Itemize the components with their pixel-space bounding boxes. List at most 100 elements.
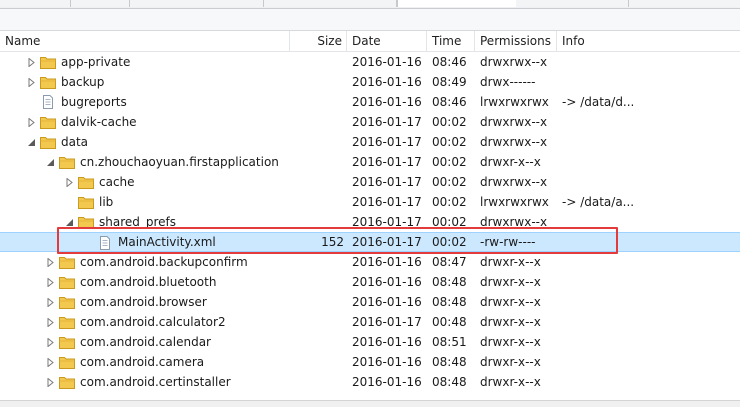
tab[interactable] bbox=[629, 0, 740, 7]
file-date: 2016-01-16 bbox=[352, 95, 422, 109]
chevron-down-icon[interactable] bbox=[44, 152, 56, 172]
table-row[interactable]: com.android.bluetooth 2016-01-16 08:48 drwx… bbox=[0, 272, 740, 292]
file-time: 00:02 bbox=[432, 135, 467, 149]
file-name: com.android.backupconfirm bbox=[80, 255, 248, 269]
file-date: 2016-01-16 bbox=[352, 275, 422, 289]
file-date: 2016-01-17 bbox=[352, 135, 422, 149]
folder-icon bbox=[40, 55, 56, 69]
file-name: data bbox=[61, 135, 89, 149]
table-row[interactable]: com.android.calculator2 2016-01-17 00:48 dr… bbox=[0, 312, 740, 332]
file-date: 2016-01-16 bbox=[352, 335, 422, 349]
folder-icon bbox=[78, 175, 94, 189]
table-row[interactable]: data 2016-01-17 00:02 drwxrwx--x bbox=[0, 132, 740, 152]
table-row[interactable]: cache 2016-01-17 00:02 drwxrwx--x bbox=[0, 172, 740, 192]
table-row[interactable]: backup 2016-01-16 08:49 drwx------ bbox=[0, 72, 740, 92]
toolbar-area bbox=[0, 9, 740, 31]
chevron-right-icon[interactable] bbox=[44, 312, 56, 332]
chevron-right-icon[interactable] bbox=[44, 352, 56, 372]
file-name: com.android.browser bbox=[80, 295, 207, 309]
file-date: 2016-01-16 bbox=[352, 55, 422, 69]
table-row[interactable]: com.android.browser 2016-01-16 08:48 drwxr-… bbox=[0, 292, 740, 312]
column-header: Name Size Date Time Permissions Info bbox=[0, 31, 740, 52]
folder-icon bbox=[40, 135, 56, 149]
tab[interactable] bbox=[0, 0, 71, 7]
file-time: 00:02 bbox=[432, 235, 467, 249]
column-header-name[interactable]: Name bbox=[0, 31, 290, 51]
file-date: 2016-01-17 bbox=[352, 235, 422, 249]
file-permissions: drwxr-x--x bbox=[480, 315, 541, 329]
file-icon bbox=[40, 95, 56, 109]
folder-icon bbox=[78, 215, 94, 229]
file-time: 00:02 bbox=[432, 115, 467, 129]
file-permissions: drwxr-x--x bbox=[480, 375, 541, 389]
file-permissions: lrwxrwxrwx bbox=[480, 195, 549, 209]
file-name: bugreports bbox=[61, 95, 127, 109]
folder-icon bbox=[59, 155, 75, 169]
file-date: 2016-01-16 bbox=[352, 255, 422, 269]
tab[interactable] bbox=[71, 0, 130, 7]
tab[interactable] bbox=[516, 0, 629, 7]
table-row[interactable]: com.android.backupconfirm 2016-01-16 08:47… bbox=[0, 252, 740, 272]
column-header-size[interactable]: Size bbox=[290, 31, 347, 51]
file-permissions: drwxr-x--x bbox=[480, 255, 541, 269]
folder-icon bbox=[40, 75, 56, 89]
table-row[interactable]: cn.zhouchaoyuan.firstapplication 2016-01-… bbox=[0, 152, 740, 172]
table-row[interactable]: shared_prefs 2016-01-17 00:02 drwxrwx--x bbox=[0, 212, 740, 232]
file-name: com.android.calculator2 bbox=[80, 315, 226, 329]
chevron-down-icon[interactable] bbox=[25, 132, 37, 152]
chevron-right-icon[interactable] bbox=[44, 372, 56, 392]
tab-active[interactable] bbox=[397, 0, 517, 7]
chevron-right-icon[interactable] bbox=[25, 72, 37, 92]
column-header-date[interactable]: Date bbox=[347, 31, 427, 51]
table-row[interactable]: app-private 2016-01-16 08:46 drwxrwx--x bbox=[0, 52, 740, 72]
table-row[interactable]: com.android.certinstaller 2016-01-16 08:48… bbox=[0, 372, 740, 392]
file-name: shared_prefs bbox=[99, 215, 177, 229]
file-permissions: lrwxrwxrwx bbox=[480, 95, 549, 109]
column-header-time[interactable]: Time bbox=[427, 31, 475, 51]
tab[interactable] bbox=[264, 0, 397, 7]
file-date: 2016-01-16 bbox=[352, 355, 422, 369]
file-time: 08:48 bbox=[432, 375, 467, 389]
file-permissions: drwx------ bbox=[480, 75, 536, 89]
file-date: 2016-01-16 bbox=[352, 75, 422, 89]
chevron-right-icon[interactable] bbox=[44, 292, 56, 312]
column-header-info[interactable]: Info bbox=[557, 31, 740, 51]
table-row[interactable]: com.android.camera 2016-01-16 08:48 drwxr-x… bbox=[0, 352, 740, 372]
file-permissions: drwxrwx--x bbox=[480, 115, 548, 129]
file-date: 2016-01-17 bbox=[352, 155, 422, 169]
file-name: lib bbox=[99, 195, 114, 209]
table-row-selected[interactable]: MainActivity.xml 152 2016-01-17 00:02 -rw-rw… bbox=[0, 232, 740, 252]
file-permissions: drwxr-x--x bbox=[480, 355, 541, 369]
file-date: 2016-01-17 bbox=[352, 315, 422, 329]
file-name: backup bbox=[61, 75, 105, 89]
file-date: 2016-01-16 bbox=[352, 375, 422, 389]
file-permissions: drwxr-x--x bbox=[480, 335, 541, 349]
file-name: com.android.calendar bbox=[80, 335, 211, 349]
file-name: MainActivity.xml bbox=[118, 235, 216, 249]
file-time: 00:02 bbox=[432, 215, 467, 229]
file-date: 2016-01-16 bbox=[352, 295, 422, 309]
table-row[interactable]: lib 2016-01-17 00:02 lrwxrwxrwx -> /data/a..… bbox=[0, 192, 740, 212]
table-row[interactable]: bugreports 2016-01-16 08:46 lrwxrwxrwx -> /d… bbox=[0, 92, 740, 112]
table-row[interactable]: com.android.calendar 2016-01-16 08:51 drwxr… bbox=[0, 332, 740, 352]
chevron-right-icon[interactable] bbox=[25, 52, 37, 72]
file-date: 2016-01-17 bbox=[352, 195, 422, 209]
tab[interactable] bbox=[130, 0, 264, 7]
file-time: 00:02 bbox=[432, 195, 467, 209]
file-time: 08:51 bbox=[432, 335, 467, 349]
chevron-right-icon[interactable] bbox=[63, 172, 75, 192]
file-info: -> /data/a... bbox=[562, 195, 635, 209]
chevron-right-icon[interactable] bbox=[44, 252, 56, 272]
table-row[interactable]: dalvik-cache 2016-01-17 00:02 drwxrwx--x bbox=[0, 112, 740, 132]
file-time: 00:48 bbox=[432, 315, 467, 329]
chevron-right-icon[interactable] bbox=[25, 112, 37, 132]
folder-icon bbox=[78, 195, 94, 209]
tab-strip bbox=[0, 0, 740, 9]
chevron-right-icon[interactable] bbox=[44, 332, 56, 352]
chevron-right-icon[interactable] bbox=[44, 272, 56, 292]
file-permissions: drwxrwx--x bbox=[480, 135, 548, 149]
column-header-permissions[interactable]: Permissions bbox=[475, 31, 557, 51]
file-permissions: drwxr-x--x bbox=[480, 295, 541, 309]
chevron-down-icon[interactable] bbox=[63, 212, 75, 232]
folder-icon bbox=[59, 255, 75, 269]
